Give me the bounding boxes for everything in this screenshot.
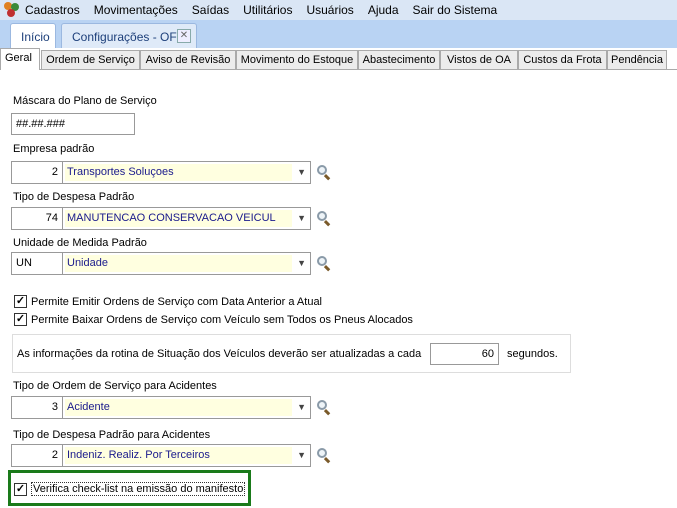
search-icon[interactable] <box>316 255 332 272</box>
mascara-label: Máscara do Plano de Serviço <box>13 95 157 107</box>
refresh-panel: As informações da rotina de Situação dos… <box>12 334 571 373</box>
unidade-select[interactable]: Unidade ▼ <box>62 252 311 275</box>
chevron-down-icon: ▼ <box>297 402 306 412</box>
search-icon[interactable] <box>316 447 332 464</box>
tab-inicio[interactable]: Início <box>10 23 56 48</box>
menu-movimentacoes[interactable]: Movimentações <box>94 3 178 17</box>
menu-usuarios[interactable]: Usuários <box>306 3 353 17</box>
empresa-label: Empresa padrão <box>13 143 95 155</box>
chevron-down-icon: ▼ <box>297 213 306 223</box>
despesa-acidentes-value: Indeniz. Realiz. Por Terceiros <box>67 449 210 461</box>
tab-abastecimento[interactable]: Abastecimento <box>358 50 440 70</box>
checkbox-checked-icon[interactable]: ✓ <box>14 295 27 308</box>
settings-tabs: Geral Ordem de Serviço Aviso de Revisão … <box>0 48 677 70</box>
empresa-value: Transportes Soluçoes <box>67 166 174 178</box>
refresh-interval-input[interactable]: 60 <box>430 343 499 365</box>
checkbox-checked-icon[interactable]: ✓ <box>14 482 27 496</box>
refresh-unit: segundos. <box>507 348 558 360</box>
despesa-acidentes-code-input[interactable]: 2 <box>11 444 63 467</box>
tab-label: Configurações - OFI <box>72 30 181 44</box>
tab-aviso-revisao[interactable]: Aviso de Revisão <box>140 50 236 70</box>
chevron-down-icon: ▼ <box>297 450 306 460</box>
checkbox-checked-icon[interactable]: ✓ <box>14 313 27 326</box>
ordem-acidentes-code-input[interactable]: 3 <box>11 396 63 419</box>
despesa-select[interactable]: MANUTENCAO CONSERVACAO VEICUL ▼ <box>62 207 311 230</box>
menu-sair[interactable]: Sair do Sistema <box>413 3 498 17</box>
menu-cadastros[interactable]: Cadastros <box>25 3 80 17</box>
verifica-checklist-checkbox[interactable]: ✓ Verifica check-list na emissão do manif… <box>14 482 246 496</box>
chevron-down-icon: ▼ <box>297 258 306 268</box>
permite-emitir-checkbox[interactable]: ✓ Permite Emitir Ordens de Serviço com Da… <box>14 295 322 308</box>
unidade-label: Unidade de Medida Padrão <box>13 237 147 249</box>
tab-vistos-oa[interactable]: Vistos de OA <box>440 50 518 70</box>
despesa-value: MANUTENCAO CONSERVACAO VEICUL <box>67 212 276 224</box>
search-icon[interactable] <box>316 164 332 181</box>
checkbox-label: Verifica check-list na emissão do manife… <box>31 482 246 496</box>
tab-pendencia[interactable]: Pendência <box>607 50 667 70</box>
tab-configuracoes[interactable]: Configurações - OFI ✕ <box>61 23 197 48</box>
menu-saidas[interactable]: Saídas <box>192 3 229 17</box>
ordem-acidentes-value: Acidente <box>67 401 110 413</box>
despesa-acidentes-label: Tipo de Despesa Padrão para Acidentes <box>13 429 211 441</box>
empresa-code-input[interactable]: 2 <box>11 161 63 184</box>
despesa-code-input[interactable]: 74 <box>11 207 63 230</box>
close-icon[interactable]: ✕ <box>177 29 191 43</box>
checkbox-label: Permite Emitir Ordens de Serviço com Dat… <box>31 295 323 308</box>
tab-custos-frota[interactable]: Custos da Frota <box>518 50 607 70</box>
ordem-acidentes-select[interactable]: Acidente ▼ <box>62 396 311 419</box>
tab-ordem-servico[interactable]: Ordem de Serviço <box>41 50 140 70</box>
menu-ajuda[interactable]: Ajuda <box>368 3 399 17</box>
tab-label: Início <box>21 30 50 44</box>
tab-geral[interactable]: Geral <box>0 48 40 70</box>
empresa-select[interactable]: Transportes Soluçoes ▼ <box>62 161 311 184</box>
mascara-input[interactable]: ##.##.### <box>11 113 135 135</box>
unidade-code-input[interactable]: UN <box>11 252 63 275</box>
search-icon[interactable] <box>316 399 332 416</box>
search-icon[interactable] <box>316 210 332 227</box>
document-tabs: Início Configurações - OFI ✕ <box>0 20 677 48</box>
despesa-label: Tipo de Despesa Padrão <box>13 191 135 203</box>
menu-utilitarios[interactable]: Utilitários <box>243 3 292 17</box>
tab-movimento-estoque[interactable]: Movimento do Estoque <box>236 50 358 70</box>
permite-baixar-checkbox[interactable]: ✓ Permite Baixar Ordens de Serviço com Ve… <box>14 313 413 326</box>
chevron-down-icon: ▼ <box>297 167 306 177</box>
ordem-acidentes-label: Tipo de Ordem de Serviço para Acidentes <box>13 380 217 392</box>
despesa-acidentes-select[interactable]: Indeniz. Realiz. Por Terceiros ▼ <box>62 444 311 467</box>
checkbox-label: Permite Baixar Ordens de Serviço com Veí… <box>31 313 413 326</box>
menu-bar: Cadastros Movimentações Saídas Utilitári… <box>0 0 677 20</box>
app-logo-icon <box>4 2 20 18</box>
refresh-text: As informações da rotina de Situação dos… <box>17 348 422 360</box>
unidade-value: Unidade <box>67 257 108 269</box>
